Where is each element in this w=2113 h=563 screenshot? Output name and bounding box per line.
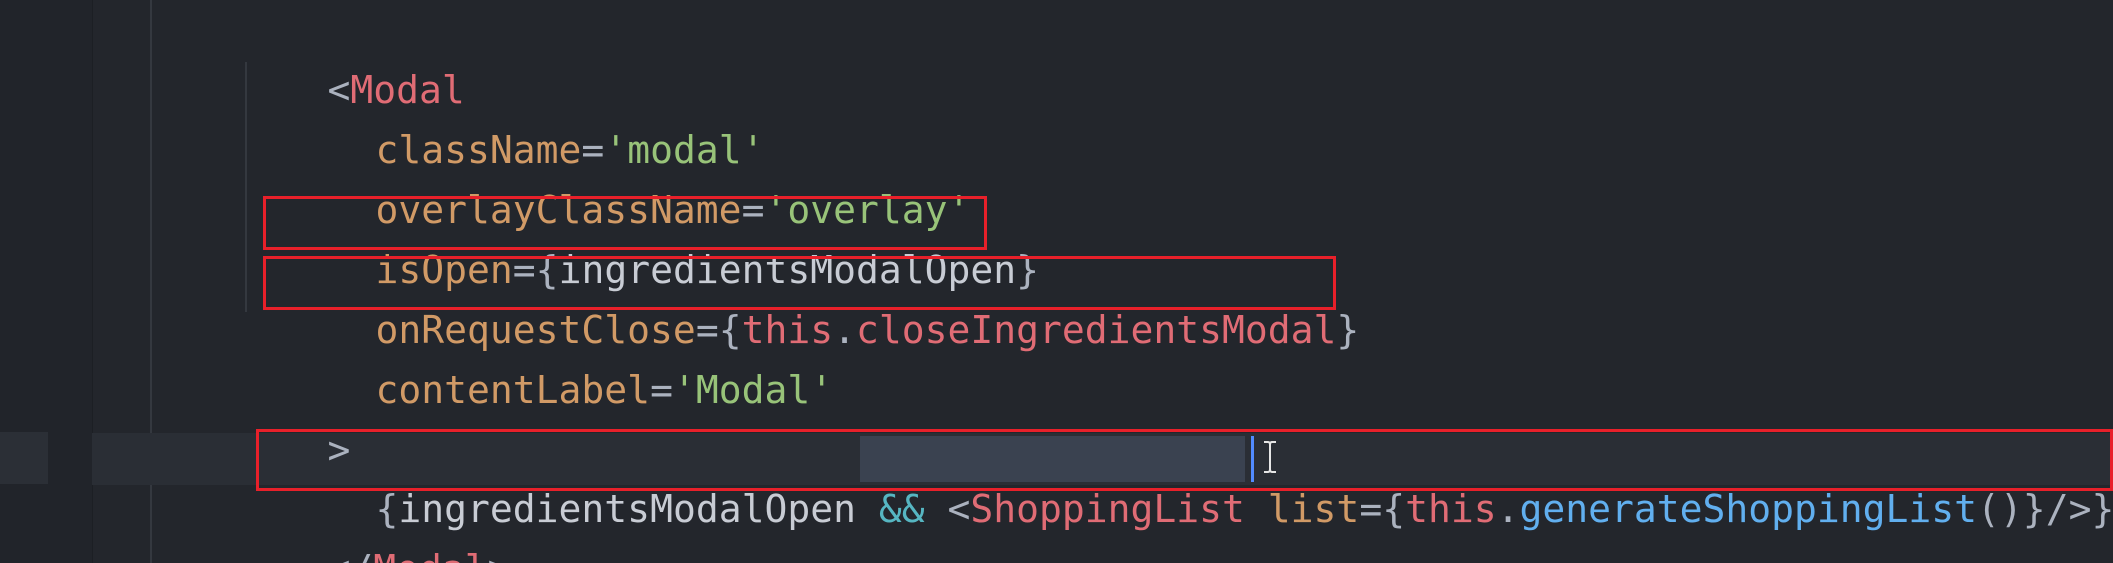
token-function: generateShoppingList (1519, 487, 1978, 531)
code-line-overlay-classname[interactable]: overlayClassName='overlay' (284, 135, 971, 232)
token-string: 'Modal' (672, 368, 834, 412)
code-line-tag-close[interactable]: > (236, 375, 351, 472)
code-line-modal-close[interactable]: </Modal> (236, 494, 511, 563)
token-punctuation: </ (328, 547, 374, 563)
token-tag: Modal (373, 547, 487, 563)
token-punctuation: ()} (1977, 487, 2046, 531)
token-attribute: contentLabel (375, 368, 651, 412)
token-punctuation: />} (2045, 487, 2113, 531)
ibeam-cursor-icon (1264, 441, 1276, 473)
token-attribute: list (1244, 487, 1360, 531)
code-line-modal-open[interactable]: <Modal (236, 15, 465, 112)
token-punctuation: > (488, 547, 511, 563)
token-operator: && (878, 487, 925, 531)
token-keyword: this (1405, 487, 1497, 531)
active-line-gutter-marker (0, 432, 48, 484)
code-line-classname[interactable]: className='modal' (284, 75, 765, 172)
token-punctuation: . (833, 308, 856, 352)
token-tag: ShoppingList (970, 487, 1245, 531)
code-editor[interactable]: <Modal className='modal' overlayClassNam… (0, 0, 2113, 563)
text-cursor (1251, 436, 1254, 482)
token-punctuation: . (1496, 487, 1520, 531)
token-punctuation: ={ (1359, 487, 1406, 531)
code-line-contentlabel[interactable]: contentLabel='Modal' (284, 315, 834, 412)
annotation-box-onrequestclose (263, 256, 1336, 310)
token-punctuation: = (650, 368, 673, 412)
annotation-box-shoppinglist (256, 429, 2113, 491)
token-punctuation: } (1336, 308, 1360, 352)
annotation-box-isopen (263, 196, 987, 250)
token-punctuation: < (924, 487, 971, 531)
token-method: closeIngredientsModal (855, 308, 1337, 352)
